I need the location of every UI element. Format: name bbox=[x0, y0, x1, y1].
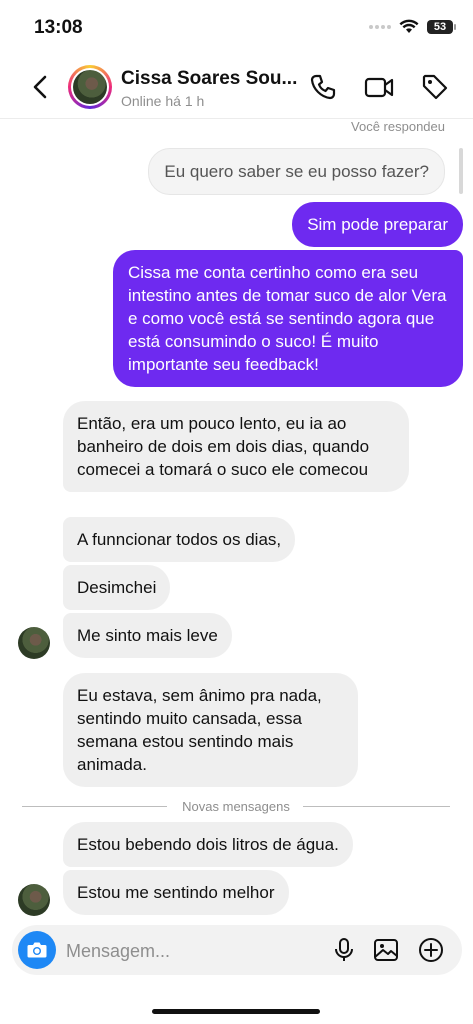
status-time: 13:08 bbox=[34, 17, 83, 38]
message-composer bbox=[12, 925, 462, 975]
contact-name[interactable]: Cissa Soares Sou... bbox=[121, 68, 297, 90]
camera-button[interactable] bbox=[18, 931, 56, 969]
outgoing-message[interactable]: Sim pode preparar bbox=[292, 202, 463, 247]
outgoing-message[interactable]: Cissa me conta certinho como era seu int… bbox=[113, 250, 463, 387]
new-messages-divider: Novas mensagens bbox=[22, 799, 450, 814]
gallery-icon[interactable] bbox=[372, 936, 400, 964]
incoming-message[interactable]: Eu estava, sem ânimo pra nada, sentindo … bbox=[63, 673, 358, 787]
camera-icon bbox=[27, 942, 47, 958]
contact-avatar[interactable] bbox=[68, 65, 112, 109]
battery-icon: 53 bbox=[427, 19, 456, 34]
back-arrow-icon[interactable] bbox=[26, 72, 56, 102]
signal-dots-icon bbox=[369, 24, 391, 29]
incoming-message[interactable]: Então, era um pouco lento, eu ia ao banh… bbox=[63, 401, 409, 492]
status-indicators: 53 bbox=[369, 19, 456, 34]
tag-icon[interactable] bbox=[420, 72, 450, 102]
phone-icon[interactable] bbox=[308, 72, 338, 102]
home-indicator[interactable] bbox=[152, 1009, 320, 1014]
message-input[interactable] bbox=[64, 937, 308, 965]
incoming-message[interactable]: A funncionar todos os dias, bbox=[63, 517, 296, 562]
video-icon[interactable] bbox=[364, 72, 394, 102]
chat-header: Cissa Soares Sou... Online há 1 h bbox=[0, 58, 473, 119]
add-icon[interactable] bbox=[417, 936, 445, 964]
microphone-icon[interactable] bbox=[330, 936, 358, 964]
contact-status: Online há 1 h bbox=[121, 93, 205, 109]
contact-small-avatar[interactable] bbox=[18, 627, 50, 659]
quoted-message[interactable]: Eu quero saber se eu posso fazer? bbox=[148, 148, 445, 195]
incoming-message[interactable]: Desimchei bbox=[63, 565, 171, 610]
incoming-message[interactable]: Estou me sentindo melhor bbox=[63, 870, 289, 915]
replied-label: Você respondeu bbox=[351, 119, 445, 134]
wifi-icon bbox=[399, 19, 419, 33]
scrollbar[interactable] bbox=[459, 148, 463, 194]
incoming-message[interactable]: Estou bebendo dois litros de água. bbox=[63, 822, 353, 867]
contact-small-avatar[interactable] bbox=[18, 884, 50, 916]
incoming-message[interactable]: Me sinto mais leve bbox=[63, 613, 232, 658]
